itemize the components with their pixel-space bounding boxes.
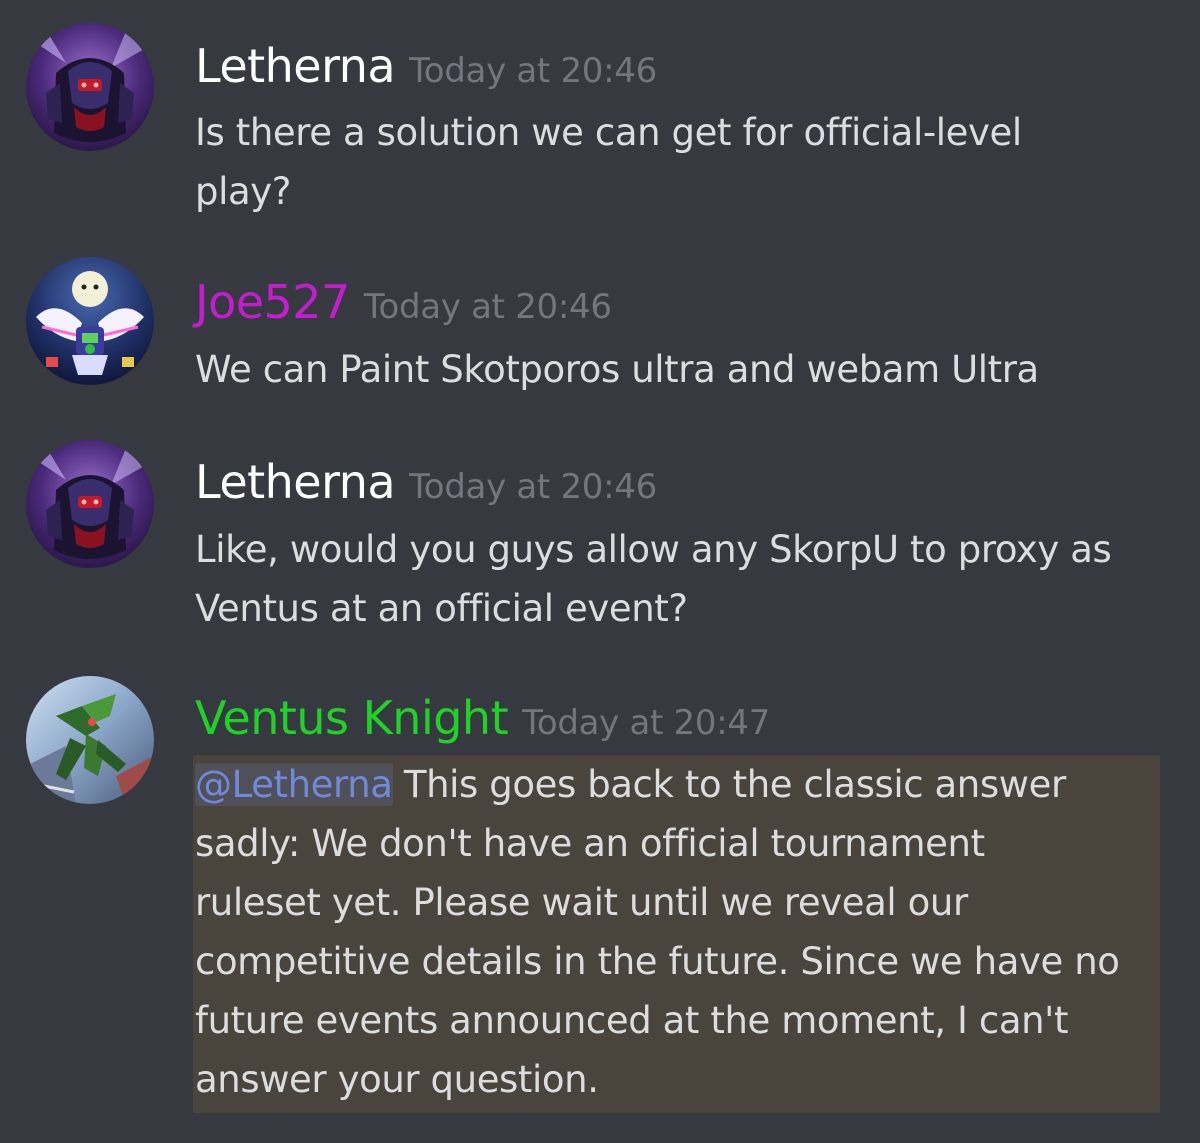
timestamp: Today at 20:47	[522, 703, 771, 743]
green-mech-avatar-icon	[26, 676, 154, 804]
username[interactable]: Letherna	[195, 39, 396, 93]
message-line: sadly: We don't have an official tournam…	[195, 822, 985, 865]
message-text: We can Paint Skotporos ultra and webam U…	[195, 340, 1039, 399]
message-line: Like, would you guys allow any SkorpU to…	[195, 528, 1112, 571]
user-avatar[interactable]	[26, 440, 154, 568]
dark-armored-robot-avatar-icon	[26, 23, 154, 151]
message-line: future events announced at the moment, I…	[195, 999, 1069, 1042]
message-line: competitive details in the future. Since…	[195, 940, 1120, 983]
message-line: answer your question.	[195, 1058, 599, 1101]
chat-messages: Letherna Today at 20:46 Is there a soluti…	[0, 0, 1200, 1143]
message-line: Is there a solution we can get for offic…	[195, 111, 1022, 154]
timestamp: Today at 20:46	[363, 287, 612, 327]
message-line: ruleset yet. Please wait until we reveal…	[195, 881, 968, 924]
user-mention[interactable]: @Letherna	[195, 763, 393, 806]
user-avatar[interactable]	[26, 257, 154, 385]
message-text: @Letherna This goes back to the classic …	[193, 755, 1160, 1113]
username[interactable]: Joe527	[195, 275, 350, 329]
message-text: Is there a solution we can get for offic…	[195, 103, 1022, 221]
dark-armored-robot-avatar-icon	[26, 440, 154, 568]
message-line: We can Paint Skotporos ultra and webam U…	[195, 348, 1039, 391]
timestamp: Today at 20:46	[409, 467, 657, 507]
user-avatar[interactable]	[26, 23, 154, 151]
message-line: @Letherna This goes back to the classic …	[195, 755, 1160, 814]
message-line: Ventus at an official event?	[195, 587, 688, 630]
username[interactable]: Ventus Knight	[195, 691, 509, 745]
user-avatar[interactable]	[26, 676, 154, 804]
message-line: play?	[195, 170, 291, 213]
message-text: Like, would you guys allow any SkorpU to…	[195, 520, 1112, 638]
username[interactable]: Letherna	[195, 455, 396, 509]
timestamp: Today at 20:46	[409, 51, 657, 91]
message-line-rest: This goes back to the classic answer	[392, 763, 1066, 806]
winged-knight-moon-avatar-icon	[26, 257, 154, 385]
